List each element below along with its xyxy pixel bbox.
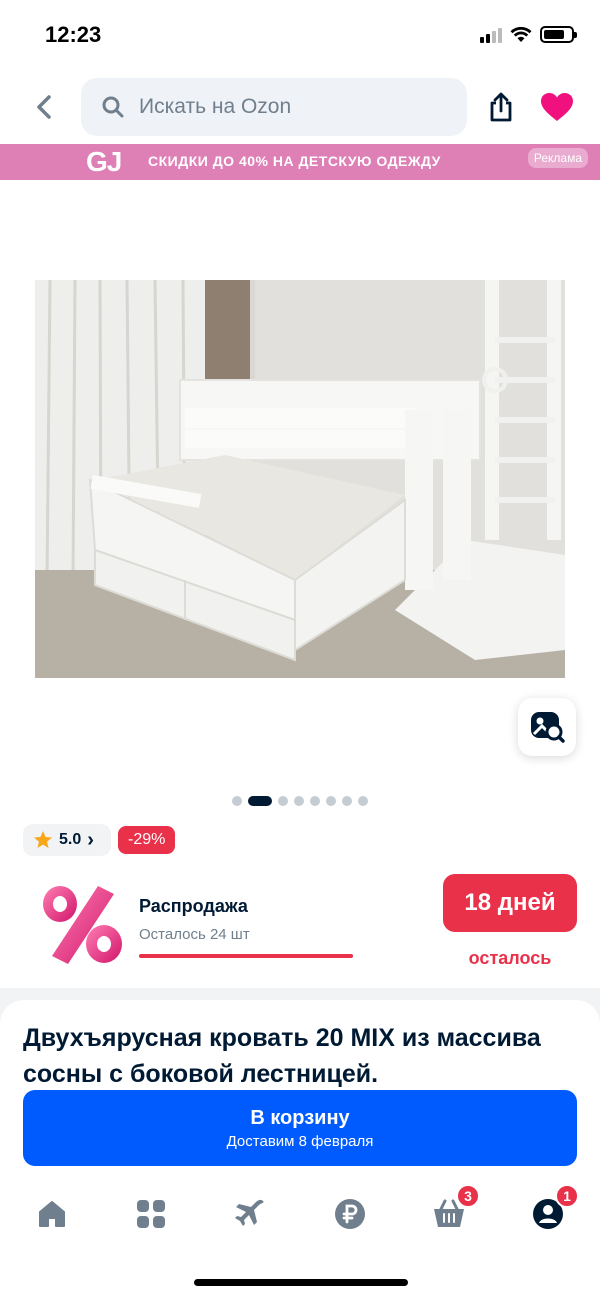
percent-icon — [43, 886, 122, 964]
days-remaining-badge: 18 дней — [443, 874, 577, 932]
chevron-left-icon — [37, 95, 51, 119]
catalog-icon — [137, 1200, 165, 1228]
image-search-icon — [531, 712, 565, 743]
discount-badge: -29% — [118, 826, 176, 854]
sale-title: Распродажа — [139, 896, 248, 916]
header: Искать на Ozon — [0, 78, 600, 136]
search-placeholder: Искать на Ozon — [139, 95, 292, 118]
tab-profile[interactable]: 1 — [523, 1184, 579, 1238]
heart-icon — [541, 93, 573, 121]
product-photo-bed — [35, 280, 565, 678]
gallery-pagination — [0, 796, 600, 806]
wifi-icon — [510, 26, 532, 42]
rating-chip[interactable]: 5.0 › — [23, 824, 111, 856]
home-indicator — [194, 1279, 408, 1286]
stock-left: Осталось 24 шт — [139, 926, 250, 943]
chevron-right-icon: › — [87, 828, 94, 851]
delivery-date: Доставим 8 февраля — [226, 1132, 374, 1150]
share-icon — [490, 92, 512, 122]
tab-bar: 3 1 — [0, 1184, 600, 1240]
back-button[interactable] — [28, 90, 60, 124]
home-icon — [39, 1201, 65, 1227]
product-image[interactable] — [35, 280, 565, 678]
share-button[interactable] — [482, 88, 520, 126]
gallery-dot — [342, 796, 352, 806]
product-title-card: Двухъярусная кровать 20 MIX из массива с… — [0, 1000, 600, 1100]
product-title: Двухъярусная кровать 20 MIX из массива с… — [23, 1024, 541, 1088]
tab-cart[interactable]: 3 — [424, 1184, 480, 1238]
tab-travel[interactable] — [225, 1190, 275, 1238]
gallery-dot — [232, 796, 242, 806]
gallery-dot — [278, 796, 288, 806]
gallery-dot — [326, 796, 336, 806]
airplane-icon — [235, 1199, 264, 1226]
visual-search-button[interactable] — [518, 698, 576, 756]
days-remaining-label: осталось — [468, 948, 552, 968]
status-bar: 12:23 — [0, 0, 600, 70]
stock-progress-bar — [139, 954, 353, 958]
status-time: 12:23 — [45, 22, 102, 47]
tab-catalog[interactable] — [126, 1190, 176, 1238]
gallery-dot — [358, 796, 368, 806]
favorite-button[interactable] — [538, 88, 576, 126]
gallery-dot — [248, 796, 272, 806]
tab-finance[interactable] — [325, 1190, 375, 1238]
cart-badge: 3 — [456, 1184, 480, 1208]
status-icons — [480, 26, 577, 43]
star-icon — [34, 831, 52, 848]
promo-banner[interactable]: GJ СКИДКИ ДО 40% НА ДЕТСКУЮ ОДЕЖДУ Рекла… — [0, 144, 600, 180]
battery-icon — [540, 26, 577, 43]
search-input[interactable]: Искать на Ozon — [81, 78, 467, 136]
ruble-icon — [335, 1199, 365, 1229]
sale-block[interactable]: Распродажа Осталось 24 шт 18 дней остало… — [0, 860, 600, 988]
promo-logo: GJ — [86, 146, 122, 177]
cellular-signal-icon — [480, 27, 502, 43]
profile-badge: 1 — [555, 1184, 579, 1208]
tab-home[interactable] — [27, 1190, 77, 1238]
ad-label: Реклама — [527, 148, 588, 168]
search-icon — [102, 96, 124, 118]
gallery-dot — [310, 796, 320, 806]
gallery-dot — [294, 796, 304, 806]
add-to-cart-button[interactable]: В корзину Доставим 8 февраля — [23, 1090, 577, 1166]
rating-value: 5.0 — [59, 831, 82, 848]
promo-text: СКИДКИ ДО 40% НА ДЕТСКУЮ ОДЕЖДУ — [148, 153, 441, 169]
add-to-cart-label: В корзину — [250, 1106, 350, 1129]
